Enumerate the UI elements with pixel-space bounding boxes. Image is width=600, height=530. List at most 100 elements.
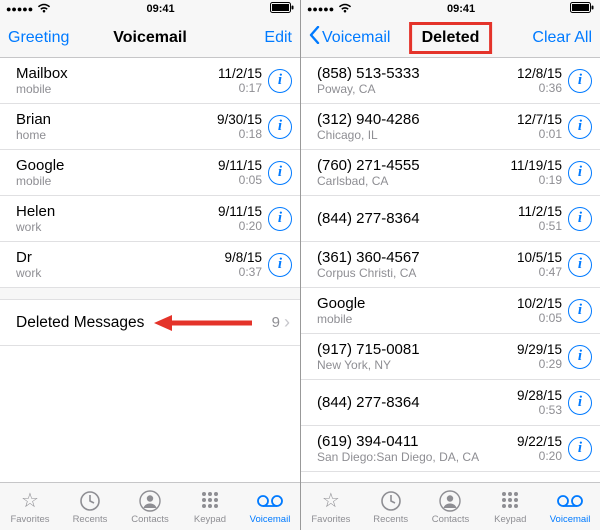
voicemail-list: Mailboxmobile 11/2/150:17 i Brianhome 9/… <box>0 58 300 482</box>
voicemail-row[interactable]: (858) 513-5333Poway, CA12/8/150:36i <box>301 58 600 104</box>
row-name: (917) 715-0081 <box>317 341 517 358</box>
row-name: Brian <box>16 111 217 128</box>
voicemail-row[interactable]: Drwork 9/8/150:37 i <box>0 242 300 288</box>
wifi-icon <box>37 3 51 16</box>
tab-keypad[interactable]: Keypad <box>480 483 540 530</box>
row-name: (619) 394-0411 <box>317 433 517 450</box>
nav-title: Voicemail <box>113 29 187 47</box>
row-sub: Poway, CA <box>317 82 517 96</box>
keypad-icon <box>199 489 221 513</box>
voicemail-row[interactable]: Brianhome 9/30/150:18 i <box>0 104 300 150</box>
info-icon[interactable]: i <box>568 115 592 139</box>
row-duration: 0:18 <box>217 127 262 141</box>
tab-recents[interactable]: Recents <box>361 483 421 530</box>
voicemail-icon <box>257 489 283 513</box>
info-icon[interactable]: i <box>568 253 592 277</box>
row-date: 10/2/15 <box>517 296 562 312</box>
voicemail-row[interactable]: (312) 940-4286Chicago, IL12/7/150:01 i <box>301 104 600 150</box>
status-time: 09:41 <box>447 3 475 15</box>
row-sub: New York, NY <box>317 358 517 372</box>
row-duration: 0:05 <box>517 311 562 325</box>
signal-dots-icon: ●●●●● <box>6 4 33 14</box>
row-date: 9/11/15 <box>218 204 262 220</box>
row-date: 9/22/15 <box>517 434 562 450</box>
info-icon[interactable]: i <box>268 69 292 93</box>
row-date: 10/5/15 <box>517 250 562 266</box>
row-sub: Corpus Christi, CA <box>317 266 517 280</box>
info-icon[interactable]: i <box>568 437 592 461</box>
row-sub: mobile <box>16 174 218 188</box>
battery-icon <box>270 2 294 16</box>
row-sub: home <box>16 128 217 142</box>
contact-icon <box>139 489 161 513</box>
row-name: Google <box>16 157 218 174</box>
row-name: Mailbox <box>16 65 218 82</box>
info-icon[interactable]: i <box>568 161 592 185</box>
row-duration: 0:01 <box>517 127 562 141</box>
keypad-icon <box>499 489 521 513</box>
chevron-left-icon <box>309 26 320 49</box>
info-icon[interactable]: i <box>268 115 292 139</box>
voicemail-row[interactable]: (917) 715-0081New York, NY9/29/150:29i <box>301 334 600 380</box>
nav-back-button[interactable]: Voicemail <box>309 26 390 49</box>
row-duration: 0:37 <box>224 265 262 279</box>
voicemail-row[interactable]: (844) 277-836411/2/150:51i <box>301 196 600 242</box>
screen-voicemail: ●●●●● 09:41 Greeting Voicemail Edit Mail… <box>0 0 300 530</box>
nav-bar: Greeting Voicemail Edit <box>0 18 300 58</box>
row-sub: Chicago, IL <box>317 128 517 142</box>
info-icon[interactable]: i <box>568 391 592 415</box>
row-name: Helen <box>16 203 218 220</box>
row-duration: 0:20 <box>517 449 562 463</box>
row-sub: work <box>16 220 218 234</box>
voicemail-icon <box>557 489 583 513</box>
annotation-arrow-icon <box>154 313 254 333</box>
info-icon[interactable]: i <box>568 299 592 323</box>
tab-contacts[interactable]: Contacts <box>421 483 481 530</box>
row-date: 11/2/15 <box>218 66 262 82</box>
tab-voicemail[interactable]: Voicemail <box>540 483 600 530</box>
tab-contacts[interactable]: Contacts <box>120 483 180 530</box>
voicemail-row[interactable]: Helenwork 9/11/150:20 i <box>0 196 300 242</box>
battery-icon <box>570 2 594 16</box>
row-date: 9/11/15 <box>218 158 262 174</box>
info-icon[interactable]: i <box>268 253 292 277</box>
row-date: 12/7/15 <box>517 112 562 128</box>
voicemail-row[interactable]: Googlemobile10/2/150:05i <box>301 288 600 334</box>
tab-bar: ☆Favorites Recents Contacts Keypad Voice… <box>301 482 600 530</box>
row-name: (844) 277-8364 <box>317 210 518 227</box>
row-duration: 0:05 <box>218 173 262 187</box>
contact-icon <box>439 489 461 513</box>
row-name: (361) 360-4567 <box>317 249 517 266</box>
info-icon[interactable]: i <box>568 345 592 369</box>
screen-deleted: ●●●●● 09:41 Voicemail Deleted Clear All … <box>300 0 600 530</box>
chevron-right-icon: › <box>284 312 290 333</box>
deleted-messages-row[interactable]: Deleted Messages 9 › <box>0 300 300 346</box>
voicemail-row[interactable]: (844) 277-83649/28/150:53i <box>301 380 600 426</box>
row-date: 11/2/15 <box>518 204 562 220</box>
row-duration: 0:19 <box>510 173 562 187</box>
nav-greeting-button[interactable]: Greeting <box>8 29 78 47</box>
info-icon[interactable]: i <box>568 69 592 93</box>
row-name: Google <box>317 295 517 312</box>
tab-favorites[interactable]: ☆Favorites <box>301 483 361 530</box>
row-name: (844) 277-8364 <box>317 394 517 411</box>
nav-clear-all-button[interactable]: Clear All <box>522 29 592 47</box>
info-icon[interactable]: i <box>268 207 292 231</box>
voicemail-row[interactable]: (760) 271-4555Carlsbad, CA11/19/150:19i <box>301 150 600 196</box>
row-sub: San Diego:San Diego, DA, CA <box>317 450 517 464</box>
info-icon[interactable]: i <box>268 161 292 185</box>
row-duration: 0:29 <box>517 357 562 371</box>
voicemail-row[interactable]: Mailboxmobile 11/2/150:17 i <box>0 58 300 104</box>
tab-bar: ☆Favorites Recents Contacts Keypad Voice… <box>0 482 300 530</box>
tab-favorites[interactable]: ☆Favorites <box>0 483 60 530</box>
tab-keypad[interactable]: Keypad <box>180 483 240 530</box>
row-name: (312) 940-4286 <box>317 111 517 128</box>
tab-voicemail[interactable]: Voicemail <box>240 483 300 530</box>
voicemail-row[interactable]: (619) 394-0411San Diego:San Diego, DA, C… <box>301 426 600 472</box>
deleted-count: 9 <box>272 314 280 331</box>
voicemail-row[interactable]: Googlemobile 9/11/150:05 i <box>0 150 300 196</box>
voicemail-row[interactable]: (361) 360-4567Corpus Christi, CA10/5/150… <box>301 242 600 288</box>
tab-recents[interactable]: Recents <box>60 483 120 530</box>
nav-edit-button[interactable]: Edit <box>222 29 292 47</box>
info-icon[interactable]: i <box>568 207 592 231</box>
